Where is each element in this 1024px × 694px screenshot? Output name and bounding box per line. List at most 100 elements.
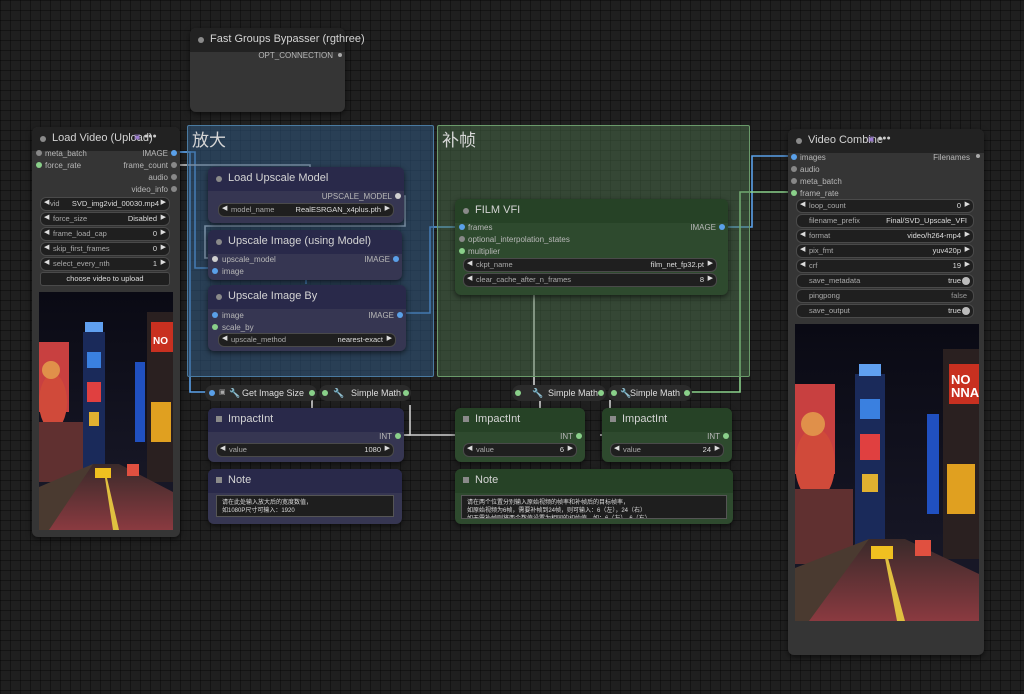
arrow-left-icon[interactable]: ◀ [222, 334, 227, 342]
node-collapse-square[interactable] [463, 416, 469, 422]
output-pin-video-info[interactable] [171, 186, 177, 192]
input-pin-frames[interactable] [459, 224, 465, 230]
arrow-right-icon[interactable]: ▶ [161, 228, 166, 236]
input-pin-audio[interactable] [791, 166, 797, 172]
note-text[interactable]: 请在两个位置分别输入原始视频的帧率和补帧后的目标帧率， 如原始视频为6帧，需要补… [461, 495, 727, 519]
input-pin-upscale-model[interactable] [212, 256, 218, 262]
arrow-left-icon[interactable]: ◀ [800, 245, 805, 253]
arrow-right-icon[interactable]: ▶ [965, 230, 970, 238]
arrow-left-icon[interactable]: ◀ [222, 204, 227, 212]
input-pin[interactable] [322, 390, 328, 396]
input-pin[interactable] [209, 390, 215, 396]
arrow-left-icon[interactable]: ◀ [800, 230, 805, 238]
output-pin-image[interactable] [397, 312, 403, 318]
arrow-right-icon[interactable]: ▶ [161, 258, 166, 266]
output-pin-image[interactable] [393, 256, 399, 262]
upscale-image-model-node[interactable]: Upscale Image (using Model) upscale_mode… [208, 230, 402, 280]
node-collapse-square[interactable] [216, 416, 222, 422]
arrow-left-icon[interactable]: ◀ [467, 444, 472, 452]
arrow-right-icon[interactable]: ▶ [161, 213, 166, 221]
arrow-right-icon[interactable]: ▶ [568, 444, 573, 452]
arrow-right-icon[interactable]: ▶ [385, 444, 390, 452]
note-text[interactable]: 请在此处输入放大后的宽度数值， 如1080P尺寸可输入：1920 [216, 495, 394, 517]
arrow-left-icon[interactable]: ◀ [467, 274, 472, 282]
widget-upscale-method[interactable]: ◀ upscale_method nearest-exact ▶ [218, 333, 396, 347]
get-image-size-node[interactable]: ▣ 🔧 Get Image Size [205, 385, 317, 401]
widget-crf[interactable]: ◀ crf 19 ▶ [796, 259, 974, 273]
simple-math-node-2[interactable]: 🔧 Simple Math [512, 385, 606, 401]
input-pin-interp-states[interactable] [459, 236, 465, 242]
arrow-right-icon[interactable]: ▶ [715, 444, 720, 452]
load-upscale-model-node[interactable]: Load Upscale Model UPSCALE_MODEL ◀ model… [208, 167, 404, 223]
arrow-left-icon[interactable]: ◀ [614, 444, 619, 452]
output-pin-int[interactable] [723, 433, 729, 439]
output-pin-image[interactable] [171, 150, 177, 156]
node-collapse-square[interactable] [216, 477, 222, 483]
input-pin-image[interactable] [212, 312, 218, 318]
arrow-right-icon[interactable]: ▶ [161, 198, 166, 206]
input-pin-image[interactable] [212, 268, 218, 274]
arrow-right-icon[interactable]: ▶ [708, 259, 713, 267]
widget-clear-cache[interactable]: ◀ clear_cache_after_n_frames 8 ▶ [463, 273, 717, 287]
widget-filename-prefix[interactable]: filename_prefix Final/SVD_Upscale_VFI [796, 214, 974, 228]
arrow-right-icon[interactable]: ▶ [385, 204, 390, 212]
arrow-left-icon[interactable]: ◀ [220, 444, 225, 452]
input-pin-multiplier[interactable] [459, 248, 465, 254]
output-pin-int[interactable] [576, 433, 582, 439]
node-collapse-dot[interactable] [198, 37, 204, 43]
input-pin[interactable] [515, 390, 521, 396]
widget-skip-first-frames[interactable]: ◀ skip_first_frames 0 ▶ [40, 242, 170, 256]
collapse-icon[interactable]: ▣ [219, 388, 226, 396]
node-collapse-dot[interactable] [216, 176, 222, 182]
widget-value[interactable]: ◀ value 24 ▶ [610, 443, 724, 457]
input-pin-meta-batch[interactable] [36, 150, 42, 156]
node-collapse-dot[interactable] [796, 138, 802, 144]
toggle-knob[interactable] [962, 277, 970, 285]
node-collapse-dot[interactable] [216, 239, 222, 245]
input-pin-scale-by[interactable] [212, 324, 218, 330]
input-pin-force-rate[interactable] [36, 162, 42, 168]
output-pin-image[interactable] [719, 224, 725, 230]
upscale-image-by-node[interactable]: Upscale Image By image scale_by IMAGE ◀ … [208, 285, 406, 351]
toggle-knob[interactable] [962, 307, 970, 315]
widget-value[interactable]: ◀ value 1080 ▶ [216, 443, 394, 457]
widget-force-size[interactable]: ◀ force_size Disabled ▶ [40, 212, 170, 226]
node-collapse-square[interactable] [463, 477, 469, 483]
node-collapse-dot[interactable] [216, 294, 222, 300]
choose-video-button[interactable]: choose video to upload [40, 272, 170, 286]
simple-math-node-1[interactable]: 🔧 Simple Math [319, 385, 411, 401]
output-pin-audio[interactable] [171, 174, 177, 180]
output-pin-upscale-model[interactable] [395, 193, 401, 199]
widget-value[interactable]: ◀ value 6 ▶ [463, 443, 577, 457]
note-node-2[interactable]: Note 请在两个位置分别输入原始视频的帧率和补帧后的目标帧率， 如原始视频为6… [455, 469, 733, 524]
arrow-right-icon[interactable]: ▶ [965, 200, 970, 208]
arrow-right-icon[interactable]: ▶ [965, 260, 970, 268]
output-pin-int[interactable] [395, 433, 401, 439]
widget-select-every-nth[interactable]: ◀ select_every_nth 1 ▶ [40, 257, 170, 271]
widget-frame-load-cap[interactable]: ◀ frame_load_cap 0 ▶ [40, 227, 170, 241]
arrow-left-icon[interactable]: ◀ [44, 198, 49, 206]
input-pin-frame-rate[interactable] [791, 190, 797, 196]
output-pin[interactable] [338, 53, 342, 57]
fast-groups-bypasser-node[interactable]: Fast Groups Bypasser (rgthree) OPT_CONNE… [190, 28, 365, 112]
video-combine-node[interactable]: Video Combine ▣ ●●● images audio meta_ba… [788, 129, 984, 655]
arrow-left-icon[interactable]: ◀ [467, 259, 472, 267]
arrow-right-icon[interactable]: ▶ [387, 334, 392, 342]
node-collapse-square[interactable] [610, 416, 616, 422]
output-pin[interactable] [684, 390, 690, 396]
toggle-pingpong[interactable]: pingpong false [796, 289, 974, 303]
arrow-left-icon[interactable]: ◀ [44, 258, 49, 266]
impact-int-node-2[interactable]: ImpactInt INT ◀ value 6 ▶ [455, 408, 585, 462]
arrow-right-icon[interactable]: ▶ [708, 274, 713, 282]
output-pin[interactable] [309, 390, 315, 396]
arrow-right-icon[interactable]: ▶ [161, 243, 166, 251]
impact-int-node-1[interactable]: ImpactInt INT ◀ value 1080 ▶ [208, 408, 404, 462]
input-pin-images[interactable] [791, 154, 797, 160]
node-collapse-dot[interactable] [463, 208, 469, 214]
arrow-left-icon[interactable]: ◀ [44, 228, 49, 236]
input-pin-meta-batch[interactable] [791, 178, 797, 184]
input-pin[interactable] [611, 390, 617, 396]
output-pin-filenames[interactable] [976, 154, 980, 158]
toggle-save-metadata[interactable]: save_metadata true [796, 274, 974, 288]
impact-int-node-3[interactable]: ImpactInt INT ◀ value 24 ▶ [602, 408, 732, 462]
